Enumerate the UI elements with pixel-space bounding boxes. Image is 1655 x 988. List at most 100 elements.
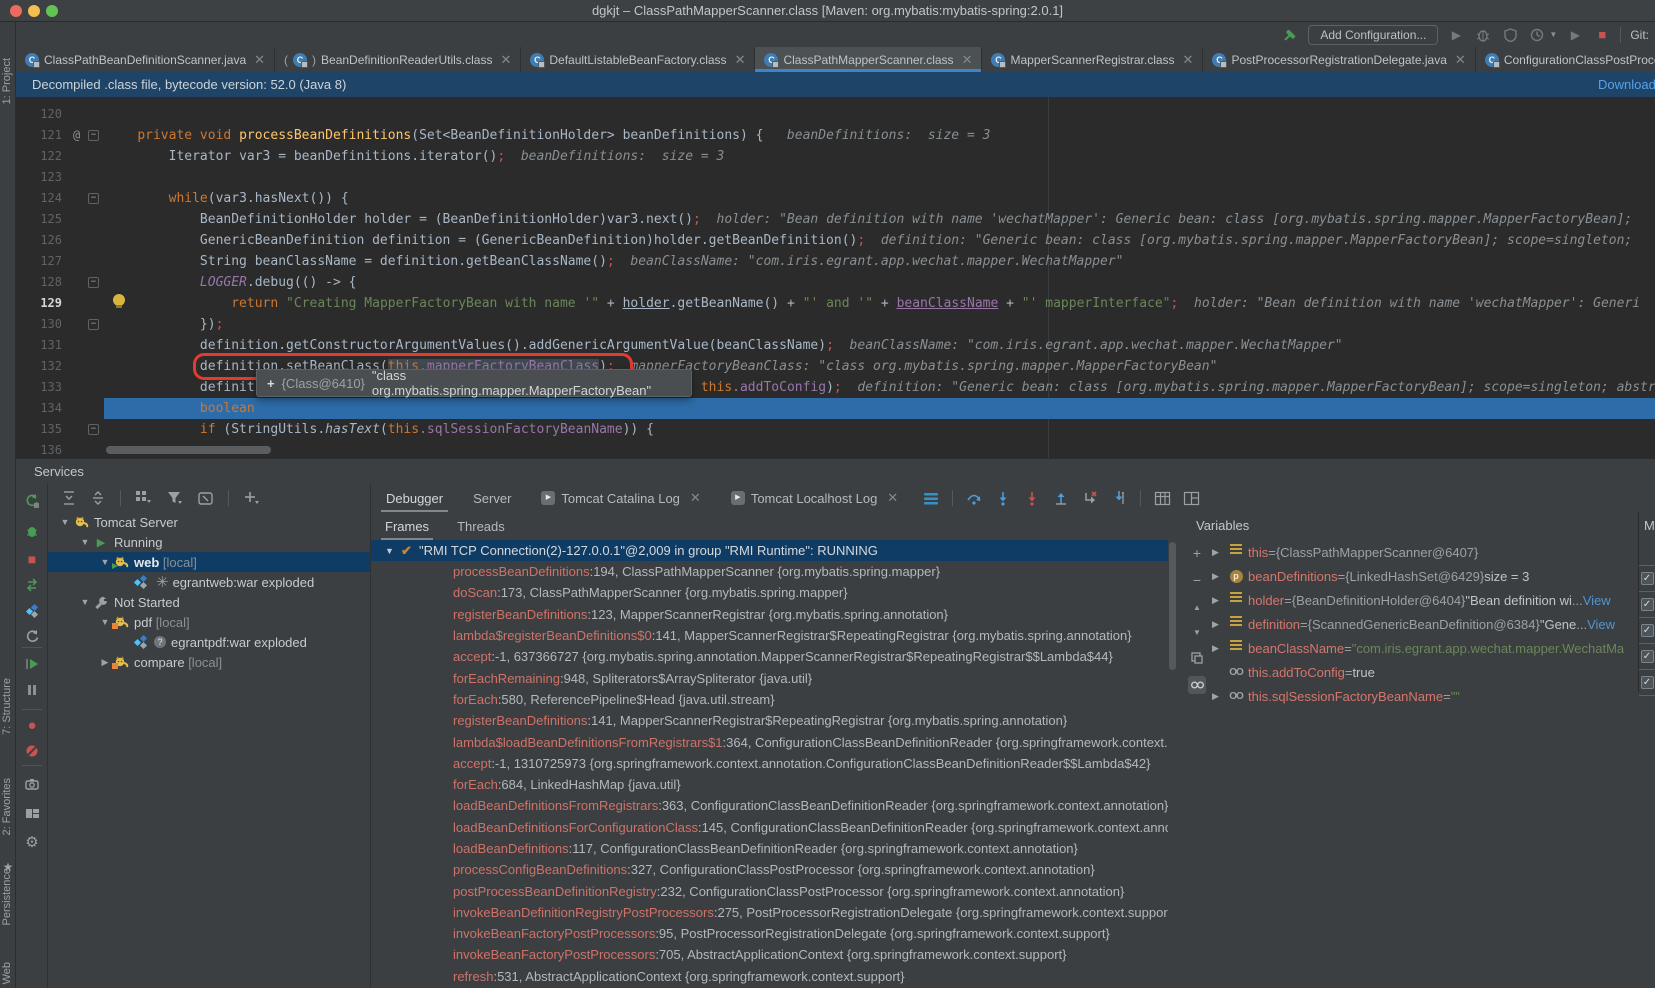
group-by-icon[interactable]: [136, 491, 152, 505]
variable-row-this-addtoconfig[interactable]: OOthis.addToConfig = true: [1212, 660, 1638, 684]
frames-scrollbar[interactable]: [1168, 540, 1177, 988]
variable-row-this-sqlsessionfactorybeanname[interactable]: ▶OOthis.sqlSessionFactoryBeanName = "": [1212, 684, 1638, 708]
layout-settings-icon[interactable]: [1183, 490, 1199, 506]
close-icon[interactable]: ✕: [1455, 52, 1466, 68]
tab-server[interactable]: Server: [458, 484, 526, 512]
stack-frame-row[interactable]: accept:-1, 637366727 {org.mybatis.spring…: [371, 646, 1168, 667]
expander-icon[interactable]: ▶: [1212, 619, 1227, 630]
variable-row-beandefinitions[interactable]: ▶pbeanDefinitions = {LinkedHashSet@6429}…: [1212, 564, 1638, 588]
tab-debugger[interactable]: Debugger: [371, 484, 458, 512]
step-into-icon[interactable]: [995, 490, 1011, 506]
resume-program-icon[interactable]: [24, 656, 40, 672]
tree-row-pdf[interactable]: ▼pdf [local]: [48, 612, 370, 632]
fold-marker-icon[interactable]: −: [88, 277, 99, 288]
restore-layout-icon[interactable]: [24, 807, 40, 823]
code-editor[interactable]: 120121@− private void processBeanDefinit…: [16, 97, 1655, 458]
expander-icon[interactable]: ▶: [1212, 547, 1227, 558]
stack-frame-row[interactable]: accept:-1, 1310725973 {org.springframewo…: [371, 753, 1168, 774]
chevron-down-icon[interactable]: ▼: [98, 617, 112, 627]
collapse-all-icon[interactable]: [91, 491, 105, 505]
editor-tab[interactable]: CPostProcessorRegistrationDelegate.java✕: [1203, 47, 1475, 72]
variable-row-beanclassname[interactable]: ▶beanClassName = "com.iris.egrant.app.we…: [1212, 636, 1638, 660]
fold-marker-icon[interactable]: −: [88, 193, 99, 204]
deploy-artifacts-icon[interactable]: [24, 603, 40, 619]
tree-row-egrantweb-war-exploded[interactable]: ✳egrantweb:war exploded: [48, 572, 370, 592]
tree-row-running[interactable]: ▼▶Running: [48, 532, 370, 552]
close-icon[interactable]: ✕: [735, 52, 746, 68]
close-icon[interactable]: ✕: [1183, 52, 1194, 68]
checkbox-checked[interactable]: ✓: [1641, 598, 1654, 611]
chevron-right-icon[interactable]: ▶: [98, 657, 112, 668]
stripe-favorites-label[interactable]: 2: Favorites: [1, 778, 15, 835]
build-hammer-icon[interactable]: [1281, 26, 1299, 44]
stack-frame-row[interactable]: invokeBeanDefinitionRegistryPostProcesso…: [371, 902, 1168, 923]
tree-row-tomcat-server[interactable]: ▼Tomcat Server: [48, 512, 370, 532]
stack-frame-row[interactable]: loadBeanDefinitionsFromRegistrars:363, C…: [371, 795, 1168, 816]
view-breakpoints-icon[interactable]: ●: [24, 717, 40, 733]
update-application-icon[interactable]: [24, 577, 40, 593]
expander-icon[interactable]: ▶: [1212, 691, 1227, 702]
subtab-frames[interactable]: Frames: [371, 512, 443, 540]
stack-frame-row[interactable]: registerBeanDefinitions:123, MapperScann…: [371, 604, 1168, 625]
thread-dump-camera-icon[interactable]: [24, 776, 40, 792]
view-link[interactable]: View: [1583, 593, 1611, 608]
stack-frame-row[interactable]: forEachRemaining:948, Spliterators$Array…: [371, 667, 1168, 688]
stack-frame-row[interactable]: lambda$registerBeanDefinitions$0:141, Ma…: [371, 625, 1168, 646]
fold-marker-icon[interactable]: −: [88, 424, 99, 435]
tab-tomcat-localhost-log[interactable]: ▶ Tomcat Localhost Log ✕: [716, 484, 913, 512]
close-icon[interactable]: ✕: [690, 490, 701, 506]
move-down-icon[interactable]: ▼: [1188, 623, 1206, 641]
stack-frame-row[interactable]: postProcessBeanDefinitionRegistry:232, C…: [371, 880, 1168, 901]
variable-row-this[interactable]: ▶this = {ClassPathMapperScanner@6407}: [1212, 540, 1638, 564]
stack-frame-row[interactable]: forEach:684, LinkedHashMap {java.util}: [371, 774, 1168, 795]
thread-row[interactable]: ▼ ✔ "RMI TCP Connection(2)-127.0.0.1"@2,…: [371, 540, 1168, 561]
stack-frame-row[interactable]: forEach:580, ReferencePipeline$Head {jav…: [371, 689, 1168, 710]
editor-tab[interactable]: CClassPathBeanDefinitionScanner.java✕: [16, 47, 275, 72]
checkbox-checked[interactable]: ✓: [1641, 624, 1654, 637]
expand-all-icon[interactable]: [62, 491, 76, 505]
tree-row-egrantpdf-war-exploded[interactable]: ?egrantpdf:war exploded: [48, 632, 370, 652]
expander-icon[interactable]: ▶: [1212, 595, 1227, 606]
drop-frame-icon[interactable]: [1082, 490, 1098, 506]
close-icon[interactable]: ✕: [887, 490, 898, 506]
editor-tab[interactable]: CClassPathMapperScanner.class✕: [755, 47, 982, 72]
open-in-new-window-icon[interactable]: [198, 492, 213, 505]
editor-horizontal-scrollbar[interactable]: [106, 446, 271, 454]
stack-frame-row[interactable]: doScan:173, ClassPathMapperScanner {org.…: [371, 582, 1168, 603]
editor-tab[interactable]: CDefaultListableBeanFactory.class✕: [521, 47, 755, 72]
chevron-down-icon[interactable]: ▼: [98, 557, 112, 567]
pause-program-icon[interactable]: [24, 682, 40, 698]
tree-row-web[interactable]: ▼web [local]: [48, 552, 370, 572]
remove-watch-icon[interactable]: −: [1188, 571, 1206, 589]
close-icon[interactable]: ✕: [962, 52, 973, 68]
coverage-icon[interactable]: [1501, 26, 1519, 44]
tree-row-compare[interactable]: ▶compare [local]: [48, 652, 370, 672]
editor-tab[interactable]: (C)BeanDefinitionReaderUtils.class✕: [275, 47, 521, 72]
add-service-icon[interactable]: [244, 491, 260, 505]
layout-menu-icon[interactable]: [923, 490, 939, 506]
stack-frame-row[interactable]: processConfigBeanDefinitions:327, Config…: [371, 859, 1168, 880]
checkbox-checked[interactable]: ✓: [1641, 572, 1654, 585]
stripe-project-label[interactable]: 1: Project: [1, 58, 15, 104]
show-watches-icon[interactable]: [1188, 676, 1206, 694]
stack-frame-row[interactable]: processBeanDefinitions:194, ClassPathMap…: [371, 561, 1168, 582]
stop-server-icon[interactable]: ■: [24, 551, 40, 567]
refresh-icon[interactable]: [24, 628, 40, 644]
intention-bulb-icon[interactable]: [113, 294, 125, 306]
force-step-into-icon[interactable]: [1024, 490, 1040, 506]
stripe-structure-label[interactable]: 7: Structure: [1, 678, 15, 735]
chevron-down-icon[interactable]: ▼: [385, 546, 401, 556]
close-icon[interactable]: ✕: [254, 52, 265, 68]
checkbox-checked[interactable]: ✓: [1641, 650, 1654, 663]
variable-row-holder[interactable]: ▶holder = {BeanDefinitionHolder@6404} "B…: [1212, 588, 1638, 612]
add-configuration-button[interactable]: Add Configuration...: [1308, 25, 1438, 45]
subtab-threads[interactable]: Threads: [443, 512, 519, 540]
close-window-button[interactable]: [10, 5, 22, 17]
stack-frame-row[interactable]: loadBeanDefinitionsForConfigurationClass…: [371, 817, 1168, 838]
tab-tomcat-catalina-log[interactable]: ▶ Tomcat Catalina Log ✕: [526, 484, 715, 512]
close-icon[interactable]: ✕: [500, 52, 511, 68]
run-to-cursor-icon[interactable]: [1111, 490, 1127, 506]
stack-frame-row[interactable]: invokeBeanFactoryPostProcessors:705, Abs…: [371, 944, 1168, 965]
run-icon[interactable]: ▶: [1447, 26, 1465, 44]
editor-tab[interactable]: CConfigurationClassPostProcessor.java✕: [1476, 47, 1655, 72]
